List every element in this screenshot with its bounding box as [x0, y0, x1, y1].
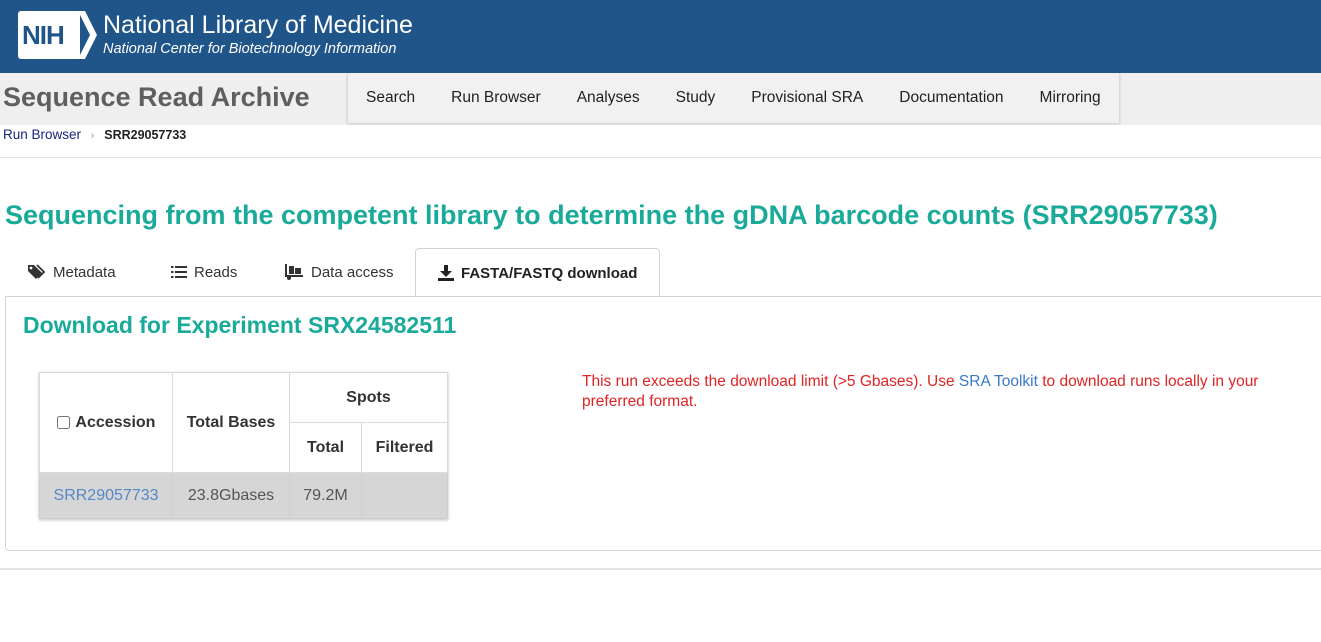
- total-bases-cell: 23.8Gbases: [172, 472, 290, 519]
- nlm-title[interactable]: National Library of Medicine: [103, 11, 413, 40]
- app-nav: Search Run Browser Analyses Study Provis…: [347, 73, 1120, 123]
- breadcrumb: Run Browser › SRR29057733: [3, 127, 186, 142]
- breadcrumb-run-browser-link[interactable]: Run Browser: [3, 127, 81, 142]
- ncbi-subtitle[interactable]: National Center for Biotechnology Inform…: [103, 41, 396, 57]
- spots-filtered-cell: [361, 472, 448, 519]
- tag-icon: [28, 264, 46, 279]
- tab-fasta-fastq-download-label: FASTA/FASTQ download: [461, 264, 638, 282]
- nav-item-search[interactable]: Search: [348, 73, 433, 123]
- nav-item-documentation[interactable]: Documentation: [881, 73, 1021, 123]
- accession-link[interactable]: SRR29057733: [54, 487, 159, 504]
- nih-chevron-icon: [78, 11, 97, 59]
- app-title[interactable]: Sequence Read Archive: [3, 82, 310, 113]
- sra-toolkit-link[interactable]: SRA Toolkit: [959, 373, 1038, 390]
- tab-data-access-label: Data access: [311, 263, 394, 281]
- nav-item-run-browser[interactable]: Run Browser: [433, 73, 559, 123]
- footer-divider: [0, 568, 1321, 570]
- download-panel-title: Download for Experiment SRX24582511: [23, 312, 457, 338]
- nav-item-provisional-sra[interactable]: Provisional SRA: [733, 73, 881, 123]
- nav-item-mirroring[interactable]: Mirroring: [1022, 73, 1119, 123]
- nih-logo[interactable]: NIH: [18, 11, 98, 61]
- tab-reads-label: Reads: [194, 263, 238, 281]
- nih-logo-text: NIH: [22, 20, 65, 50]
- select-all-checkbox[interactable]: [56, 415, 70, 429]
- download-icon: [438, 265, 454, 281]
- nih-badge: NIH: [18, 11, 80, 59]
- list-icon: [171, 266, 187, 278]
- tab-data-access[interactable]: Data access: [285, 248, 394, 296]
- accession-header: Accession: [39, 372, 173, 473]
- breadcrumb-divider: [0, 157, 1321, 158]
- total-bases-header: Total Bases: [172, 372, 290, 473]
- table-row: SRR29057733 23.8Gbases 79.2M: [39, 472, 448, 519]
- spots-total-header: Total: [289, 422, 362, 473]
- tab-fasta-fastq-download[interactable]: FASTA/FASTQ download: [415, 248, 661, 297]
- nav-item-study[interactable]: Study: [658, 73, 734, 123]
- spots-header: Spots: [289, 372, 448, 423]
- tab-bar: Metadata Reads Data access FASTA/FASTQ d…: [5, 248, 1321, 297]
- download-panel: Download for Experiment SRX24582511 Acce…: [5, 296, 1321, 551]
- nav-item-analyses[interactable]: Analyses: [559, 73, 658, 123]
- tab-metadata[interactable]: Metadata: [27, 248, 116, 296]
- breadcrumb-separator-icon: ›: [90, 130, 95, 142]
- nih-header: NIH National Library of Medicine Nationa…: [0, 0, 1321, 73]
- truck-icon: [285, 264, 303, 280]
- tab-reads[interactable]: Reads: [171, 248, 237, 296]
- app-bar: Sequence Read Archive Search Run Browser…: [0, 73, 1321, 125]
- download-limit-message: This run exceeds the download limit (>5 …: [582, 372, 1302, 412]
- tab-metadata-label: Metadata: [53, 263, 116, 281]
- page-title: Sequencing from the competent library to…: [5, 200, 1218, 230]
- accession-cell: SRR29057733: [39, 472, 173, 519]
- spots-total-cell: 79.2M: [289, 472, 362, 519]
- download-limit-text: This run exceeds the download limit (>5 …: [582, 373, 959, 390]
- accession-header-label: Accession: [75, 413, 156, 431]
- spots-filtered-header: Filtered: [361, 422, 448, 473]
- breadcrumb-current: SRR29057733: [104, 128, 187, 142]
- runs-table: Accession Total Bases Spots Total Filter…: [39, 372, 448, 519]
